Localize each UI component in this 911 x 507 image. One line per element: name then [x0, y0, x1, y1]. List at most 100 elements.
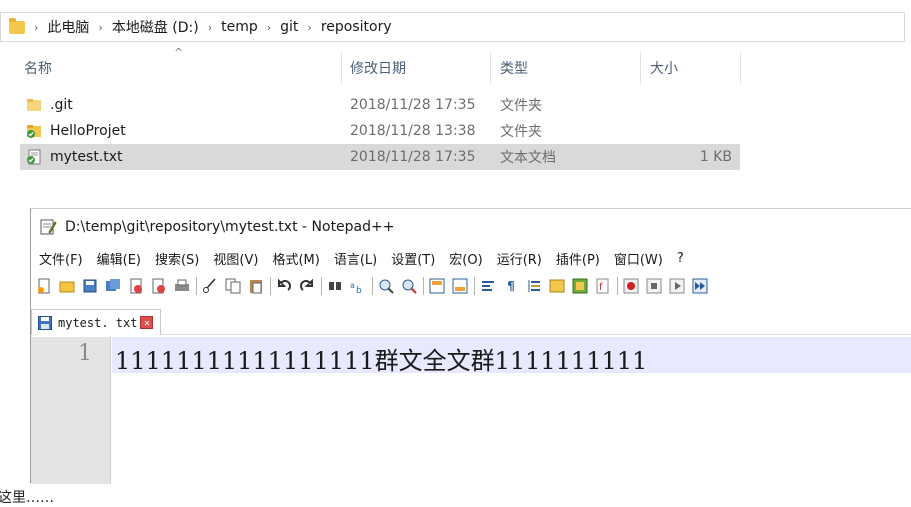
- file-date: 2018/11/28 17:35: [350, 149, 476, 165]
- menu-language[interactable]: 语言(L): [334, 249, 377, 268]
- zoom-in-icon[interactable]: [377, 277, 395, 295]
- playback-macro-icon[interactable]: [668, 277, 686, 295]
- menu-view[interactable]: 视图(V): [213, 249, 258, 268]
- folder-icon: [9, 17, 25, 34]
- git-file-icon: [27, 149, 41, 165]
- column-divider[interactable]: [341, 52, 342, 84]
- paste-icon[interactable]: [247, 277, 265, 295]
- chevron-right-icon: ›: [207, 20, 213, 34]
- editor-line-text[interactable]: 11111111111111111群文全文群1111111111: [115, 341, 647, 376]
- chevron-right-icon: ›: [34, 20, 39, 34]
- undo-icon[interactable]: [275, 277, 293, 295]
- editor-area[interactable]: 1 11111111111111111群文全文群1111111111: [31, 337, 911, 484]
- redo-icon[interactable]: [298, 277, 316, 295]
- floppy-disk-icon: [38, 315, 52, 330]
- function-list-icon[interactable]: f: [594, 277, 612, 295]
- word-wrap-icon[interactable]: [479, 277, 497, 295]
- file-name: .git: [50, 97, 73, 113]
- window-title-bar[interactable]: D:\temp\git\repository\mytest.txt - Note…: [31, 209, 911, 245]
- chevron-right-icon: ›: [98, 20, 103, 34]
- breadcrumb-drive-d[interactable]: 本地磁盘 (D:): [112, 17, 199, 37]
- svg-text:b: b: [356, 286, 362, 294]
- user-lang-icon[interactable]: [548, 277, 566, 295]
- folder-icon: [27, 99, 41, 111]
- column-divider[interactable]: [640, 52, 641, 84]
- sync-vertical-icon[interactable]: [428, 277, 446, 295]
- menu-bar: 文件(F) 编辑(E) 搜索(S) 视图(V) 格式(M) 语言(L) 设置(T…: [31, 247, 690, 269]
- sync-horizontal-icon[interactable]: [451, 277, 469, 295]
- file-row-git[interactable]: .git 2018/11/28 17:35 文件夹: [20, 92, 740, 118]
- line-number-gutter: 1: [31, 337, 111, 484]
- menu-settings[interactable]: 设置(T): [391, 249, 435, 268]
- print-icon[interactable]: [173, 277, 191, 295]
- tab-bar: mytest. txt ✕: [31, 305, 911, 335]
- toolbar-separator: [617, 277, 618, 295]
- cut-icon[interactable]: [201, 277, 219, 295]
- run-macro-multiple-icon[interactable]: [691, 277, 709, 295]
- notepadpp-icon: [40, 219, 57, 235]
- file-list: .git 2018/11/28 17:35 文件夹 HelloProjet 20…: [20, 92, 740, 170]
- breadcrumb-git[interactable]: git: [280, 19, 298, 35]
- file-date: 2018/11/28 17:35: [350, 97, 476, 113]
- chevron-right-icon: ›: [266, 20, 272, 34]
- doc-map-icon[interactable]: [571, 277, 589, 295]
- notepadpp-window: D:\temp\git\repository\mytest.txt - Note…: [30, 208, 911, 484]
- toolbar-separator: [372, 277, 373, 295]
- find-icon[interactable]: [326, 277, 344, 295]
- menu-file[interactable]: 文件(F): [39, 249, 83, 268]
- tab-mytest[interactable]: mytest. txt ✕: [31, 309, 161, 335]
- show-all-chars-icon[interactable]: ¶: [502, 277, 520, 295]
- menu-search[interactable]: 搜索(S): [155, 249, 199, 268]
- save-icon[interactable]: [81, 277, 99, 295]
- toolbar: ab ¶ f: [35, 275, 714, 297]
- menu-help[interactable]: ?: [677, 251, 684, 266]
- menu-macro[interactable]: 宏(O): [449, 249, 482, 268]
- copy-icon[interactable]: [224, 277, 242, 295]
- zoom-out-icon[interactable]: [400, 277, 418, 295]
- record-macro-icon[interactable]: [622, 277, 640, 295]
- window-title: D:\temp\git\repository\mytest.txt - Note…: [65, 219, 395, 235]
- file-type: 文件夹: [500, 124, 542, 140]
- column-divider[interactable]: [740, 52, 741, 84]
- page-text-cutoff: 这里……: [0, 490, 54, 506]
- menu-edit[interactable]: 编辑(E): [97, 249, 141, 268]
- column-header-date[interactable]: 修改日期: [350, 52, 406, 84]
- toolbar-separator: [196, 277, 197, 295]
- replace-icon[interactable]: ab: [349, 277, 367, 295]
- chevron-right-icon: ›: [307, 20, 312, 34]
- sort-up-icon: ^: [174, 46, 184, 59]
- menu-format[interactable]: 格式(M): [272, 249, 319, 268]
- address-bar[interactable]: › 此电脑 › 本地磁盘 (D:) › temp › git › reposit…: [0, 12, 905, 42]
- breadcrumb-temp[interactable]: temp: [221, 19, 258, 35]
- svg-text:a: a: [350, 281, 355, 290]
- save-all-icon[interactable]: [104, 277, 122, 295]
- menu-run[interactable]: 运行(R): [497, 249, 542, 268]
- file-name: HelloProjet: [50, 123, 126, 139]
- breadcrumb-this-pc[interactable]: 此电脑: [47, 17, 89, 37]
- column-header-row: ^ 名称 修改日期 类型 大小: [20, 46, 780, 84]
- menu-window[interactable]: 窗口(W): [614, 249, 663, 268]
- stop-record-icon[interactable]: [645, 277, 663, 295]
- indent-guide-icon[interactable]: [525, 277, 543, 295]
- svg-text:f: f: [599, 282, 603, 293]
- toolbar-separator: [474, 277, 475, 295]
- line-number: 1: [78, 341, 92, 366]
- file-type: 文件夹: [500, 98, 542, 114]
- toolbar-separator: [423, 277, 424, 295]
- file-date: 2018/11/28 13:38: [350, 123, 476, 139]
- file-size: 1 KB: [699, 149, 732, 165]
- close-tab-icon[interactable]: ✕: [140, 316, 154, 329]
- open-file-icon[interactable]: [58, 277, 76, 295]
- column-header-name[interactable]: 名称: [24, 52, 52, 84]
- new-file-icon[interactable]: [35, 277, 53, 295]
- close-all-icon[interactable]: [150, 277, 168, 295]
- menu-plugins[interactable]: 插件(P): [556, 249, 600, 268]
- file-row-mytest[interactable]: mytest.txt 2018/11/28 17:35 文本文档 1 KB: [20, 144, 740, 170]
- breadcrumb-repository[interactable]: repository: [321, 19, 392, 35]
- close-icon[interactable]: [127, 277, 145, 295]
- git-folder-icon: [27, 125, 41, 138]
- column-header-size[interactable]: 大小: [650, 52, 678, 84]
- column-header-type[interactable]: 类型: [500, 52, 528, 84]
- file-row-helloprojet[interactable]: HelloProjet 2018/11/28 13:38 文件夹: [20, 118, 740, 144]
- column-divider[interactable]: [490, 52, 491, 84]
